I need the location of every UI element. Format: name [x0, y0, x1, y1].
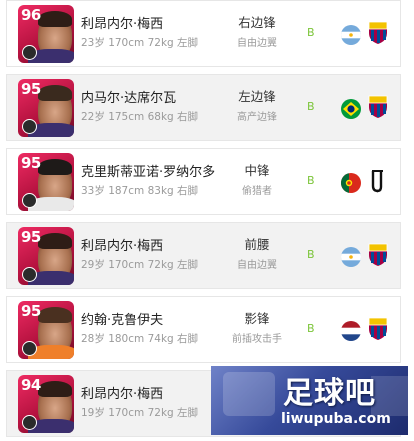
player-card: 95 — [18, 301, 74, 359]
player-grade: B — [307, 322, 315, 335]
player-name: 利昂内尔·梅西 — [81, 387, 164, 402]
player-meta: 28岁 180cm 74kg 右脚 — [81, 333, 199, 345]
player-position: 前腰 — [244, 237, 270, 252]
player-row-messi-96[interactable]: 96 利昂内尔·梅西 23岁 170cm 72kg 左脚 右边锋 自由边翼 B — [6, 0, 401, 67]
player-card: 94 — [18, 375, 74, 433]
card-badge-icon — [22, 193, 37, 208]
barcelona-crest-icon — [368, 317, 388, 341]
player-rating: 95 — [21, 302, 41, 320]
barcelona-crest-icon — [368, 95, 388, 119]
card-badge-icon — [22, 415, 37, 430]
player-grade: B — [307, 100, 315, 113]
player-row-cruyff[interactable]: 95 约翰·克鲁伊夫 28岁 180cm 74kg 右脚 影锋 前插攻击手 B — [6, 296, 401, 363]
player-grade: B — [307, 26, 315, 39]
player-rating: 95 — [21, 228, 41, 246]
player-style: 偷猎者 — [242, 186, 272, 197]
juventus-crest-icon — [368, 169, 388, 193]
site-logo-icon — [223, 372, 275, 416]
site-watermark: 足球吧 liwupuba.com — [211, 366, 408, 435]
player-meta: 19岁 170cm 72kg 左脚 — [81, 407, 199, 419]
barcelona-crest-icon — [368, 243, 388, 267]
player-rating: 95 — [21, 80, 41, 98]
player-style: 前插攻击手 — [232, 334, 282, 345]
player-card: 95 — [18, 153, 74, 211]
player-name: 利昂内尔·梅西 — [81, 17, 164, 32]
player-position: 左边锋 — [238, 89, 276, 104]
watermark-url: liwupuba.com — [281, 411, 391, 427]
player-meta: 33岁 187cm 83kg 右脚 — [81, 185, 199, 197]
player-grade: B — [307, 248, 315, 261]
barcelona-crest-icon — [368, 21, 388, 45]
player-meta: 22岁 175cm 68kg 右脚 — [81, 111, 199, 123]
card-badge-icon — [22, 267, 37, 282]
player-card: 95 — [18, 79, 74, 137]
player-name: 利昂内尔·梅西 — [81, 239, 164, 254]
player-name: 内马尔·达席尔瓦 — [81, 91, 177, 106]
player-position: 右边锋 — [238, 15, 276, 30]
player-style: 高产边锋 — [237, 112, 277, 123]
card-badge-icon — [22, 45, 37, 60]
player-position: 中锋 — [244, 163, 270, 178]
player-position: 影锋 — [244, 311, 270, 326]
card-badge-icon — [22, 341, 37, 356]
player-row-ronaldo[interactable]: 95 克里斯蒂亚诺·罗纳尔多 33岁 187cm 83kg 右脚 中锋 偷猎者 … — [6, 148, 401, 215]
player-row-messi-95[interactable]: 95 利昂内尔·梅西 29岁 170cm 72kg 左脚 前腰 自由边翼 B — [6, 222, 401, 289]
watermark-title: 足球吧 — [283, 376, 376, 411]
player-name: 克里斯蒂亚诺·罗纳尔多 — [81, 165, 216, 180]
argentina-flag-icon — [341, 247, 361, 267]
netherlands-flag-icon — [341, 321, 361, 341]
player-rating: 95 — [21, 154, 41, 172]
player-card: 96 — [18, 5, 74, 63]
card-badge-icon — [22, 119, 37, 134]
portugal-flag-icon — [341, 173, 361, 193]
brazil-flag-icon — [341, 99, 361, 119]
player-style: 自由边翼 — [237, 260, 277, 271]
argentina-flag-icon — [341, 25, 361, 45]
player-meta: 29岁 170cm 72kg 左脚 — [81, 259, 199, 271]
player-meta: 23岁 170cm 72kg 左脚 — [81, 37, 199, 49]
player-card: 95 — [18, 227, 74, 285]
player-name: 约翰·克鲁伊夫 — [81, 313, 164, 328]
player-rating: 96 — [21, 6, 41, 24]
player-grade: B — [307, 174, 315, 187]
player-row-neymar[interactable]: 95 内马尔·达席尔瓦 22岁 175cm 68kg 右脚 左边锋 高产边锋 B — [6, 74, 401, 141]
player-rating: 94 — [21, 376, 41, 394]
player-style: 自由边翼 — [237, 38, 277, 49]
